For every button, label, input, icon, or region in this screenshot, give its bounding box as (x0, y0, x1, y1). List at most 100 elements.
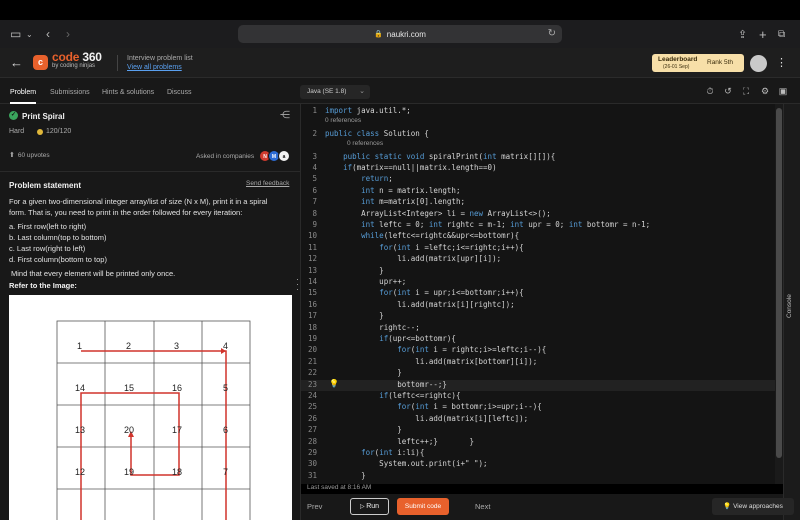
drag-handle-icon[interactable]: · · · (296, 275, 300, 294)
console-label[interactable]: Console (786, 294, 793, 318)
grid-cell: 19 (124, 467, 135, 477)
editor-scrollbar[interactable] (775, 104, 783, 484)
code-line[interactable]: if(upr<=bottomr){ (325, 334, 456, 343)
code-lens-references[interactable]: 0 references (347, 140, 383, 147)
timer-icon[interactable]: ⏱ (704, 85, 716, 97)
layout-icon[interactable]: ▣ (777, 85, 789, 97)
rule-item: c. Last row(right to left) (9, 244, 86, 253)
code-line[interactable]: } (325, 266, 384, 275)
forward-icon[interactable]: › (66, 26, 70, 42)
code-line[interactable]: int leftc = 0; int rightc = m-1; int upr… (325, 220, 650, 229)
code-lens-references[interactable]: 0 references (325, 117, 361, 124)
tab-problem[interactable]: Problem (10, 78, 37, 104)
code-line[interactable]: upr++; (325, 277, 406, 286)
code-line[interactable]: } (325, 471, 366, 480)
list-title: Interview problem list (127, 55, 193, 62)
code-line[interactable]: li.add(matrix[i][leftc]); (325, 414, 528, 423)
code-line[interactable]: leftc++;} } (325, 437, 474, 446)
view-approaches-button[interactable]: 💡 View approaches (712, 498, 794, 515)
upvote-count: 60 upvotes (17, 152, 50, 159)
code-line[interactable]: int m=matrix[0].length; (325, 197, 465, 206)
code-line[interactable]: ArrayList<Integer> li = new ArrayList<>(… (325, 209, 551, 218)
line-number: 7 (312, 197, 317, 207)
line-number: 23 (307, 379, 317, 389)
amazon-logo-icon[interactable]: a (278, 150, 290, 162)
prev-button[interactable]: Prev (307, 502, 322, 511)
back-arrow-icon[interactable]: ← (10, 55, 23, 70)
back-icon[interactable]: ‹ (46, 26, 50, 42)
code-line[interactable]: import java.util.*; (325, 106, 411, 115)
view-all-problems-link[interactable]: View all problems (127, 64, 182, 71)
grid-cell: 13 (75, 425, 86, 435)
tab-submissions[interactable]: Submissions (50, 78, 90, 104)
send-feedback-link[interactable]: Send feedback (246, 180, 289, 187)
tab-discuss[interactable]: Discuss (167, 78, 192, 104)
line-number: 11 (307, 242, 317, 252)
address-bar[interactable]: 🔒 naukri.com ↻ (238, 25, 562, 43)
solved-check-icon: ✓ (9, 111, 18, 120)
next-button[interactable]: Next (475, 502, 490, 511)
problem-panel: ✓ Print Spiral ⋲ Hard 120/120 ⬆ 60 upvote… (0, 104, 300, 520)
code-line[interactable]: bottomr--;} (325, 380, 447, 389)
settings-icon[interactable]: ⚙ (759, 85, 771, 97)
code-line[interactable]: rightc--; (325, 323, 420, 332)
code-line[interactable]: for(int i = rightc;i>=leftc;i--){ (325, 345, 546, 354)
sidebar-toggle-icon[interactable]: ▭ (10, 26, 21, 42)
statement-heading: Problem statement (9, 181, 82, 190)
coin-icon (37, 129, 43, 135)
code-line[interactable]: for(int i:li){ (325, 448, 424, 457)
code-line[interactable]: public static void spiralPrint(int matri… (325, 152, 555, 161)
code-line[interactable]: li.add(matrix[upr][i]); (325, 254, 501, 263)
share-icon[interactable]: ⇪ (738, 26, 747, 42)
leaderboard-badge[interactable]: Leaderboard (26-01 Sep) Rank 5th (652, 54, 744, 72)
chevron-down-icon[interactable]: ⌄ (26, 26, 33, 42)
language-select[interactable]: Java (SE 1.8) ⌄ (300, 85, 370, 99)
grid-cell: 15 (124, 383, 135, 393)
fullscreen-icon[interactable]: ⛶ (740, 85, 752, 97)
code-line[interactable]: int n = matrix.length; (325, 186, 460, 195)
url-text: naukri.com (386, 29, 426, 39)
code-line[interactable]: if(leftc<=rightc){ (325, 391, 460, 400)
upvote-button[interactable]: ⬆ 60 upvotes (9, 151, 50, 159)
line-number: 3 (312, 151, 317, 161)
code-line[interactable]: return; (325, 174, 393, 183)
browser-toolbar: ▭ ⌄ ‹ › 🔒 naukri.com ↻ ⇪ + ⧉ (0, 20, 800, 48)
new-tab-icon[interactable]: + (759, 26, 767, 42)
rule-item: b. Last column(top to bottom) (9, 233, 107, 242)
more-menu-icon[interactable]: ⋮ (776, 56, 787, 69)
code-line[interactable]: System.out.print(i+" "); (325, 459, 487, 468)
code-line[interactable]: li.add(matrix[bottomr][i]); (325, 357, 537, 366)
grid-cell: 18 (172, 467, 183, 477)
code-line[interactable]: while(leftc<=rightc&&upr<=bottomr){ (325, 231, 519, 240)
code-line[interactable]: li.add(matrix[i][rightc]); (325, 300, 514, 309)
code-line[interactable]: } (325, 368, 402, 377)
chevron-down-icon: ⌄ (359, 88, 365, 95)
line-number: 2 (312, 128, 317, 138)
tab-overview-icon[interactable]: ⧉ (778, 26, 785, 42)
upvote-icon: ⬆ (9, 152, 15, 159)
submit-code-button[interactable]: Submit code (397, 498, 449, 515)
score-value: 120/120 (46, 128, 72, 135)
code-line[interactable]: } (325, 425, 402, 434)
grid-cell: 4 (223, 341, 229, 351)
tab-hints-solutions[interactable]: Hints & solutions (102, 78, 154, 104)
line-number: 22 (307, 368, 317, 378)
grid-cell: 12 (75, 467, 86, 477)
code-line[interactable]: for(int i =leftc;i<=rightc;i++){ (325, 243, 524, 252)
line-number: 4 (312, 163, 317, 172)
code-editor[interactable]: 1 import java.util.*; 0 references 2 public … (301, 104, 783, 484)
line-number: 21 (307, 356, 317, 366)
reset-icon[interactable]: ↺ (722, 85, 734, 97)
code-line[interactable]: for(int i = bottomr;i>=upr;i--){ (325, 402, 542, 411)
avatar[interactable] (750, 55, 767, 72)
scroll-thumb[interactable] (776, 108, 782, 458)
line-number: 24 (307, 391, 317, 400)
share-icon[interactable]: ⋲ (280, 110, 290, 121)
code-line[interactable]: public class Solution { (325, 129, 429, 138)
code-line[interactable]: for(int i = upr;i<=bottomr;i++){ (325, 288, 524, 297)
code-line[interactable]: if(matrix==null||matrix.length==0) (325, 163, 497, 172)
code360-logo[interactable]: c code 360 by coding ninjas (33, 51, 102, 71)
reload-icon[interactable]: ↻ (548, 28, 556, 39)
run-button[interactable]: ▷ Run (350, 498, 389, 515)
code-line[interactable]: } (325, 311, 384, 320)
